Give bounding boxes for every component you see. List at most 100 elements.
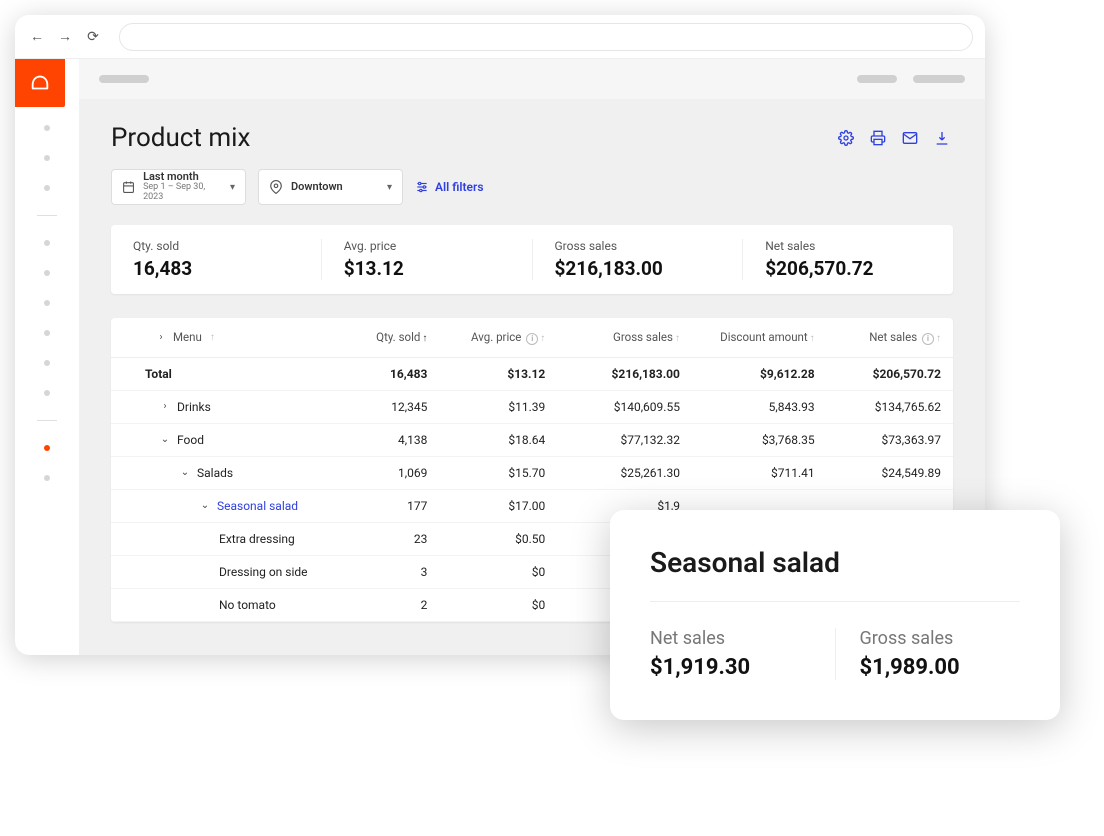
- kpi-gross-sales: Gross sales $216,183.00: [533, 239, 744, 280]
- cell-discount: 5,843.93: [692, 390, 827, 423]
- chevron-right-icon: ›: [155, 332, 167, 343]
- table-header-row: ›Menu↑ Qty. sold↑ Avg. price i↑ Gross sa…: [111, 318, 953, 357]
- row-label: Salads: [197, 466, 233, 480]
- nav-placeholder: [913, 75, 965, 83]
- row-label: Extra dressing: [219, 532, 295, 546]
- back-icon[interactable]: ←: [27, 27, 47, 47]
- download-icon[interactable]: [931, 127, 953, 149]
- sidebar-item[interactable]: [44, 270, 50, 276]
- sort-icon: ↑: [210, 332, 215, 343]
- row-label: Dressing on side: [219, 565, 308, 579]
- cell-gross: $216,183.00: [557, 357, 692, 390]
- sidebar-item[interactable]: [44, 445, 50, 451]
- url-bar[interactable]: [119, 23, 973, 51]
- kpi-value: $206,570.72: [765, 257, 931, 280]
- sliders-icon: [415, 180, 429, 194]
- sidebar-item[interactable]: [44, 330, 50, 336]
- row-label: Drinks: [177, 400, 211, 414]
- cell-gross: $140,609.55: [557, 390, 692, 423]
- cell-gross: $77,132.32: [557, 423, 692, 456]
- print-icon[interactable]: [867, 127, 889, 149]
- cell-qty: 3: [338, 555, 439, 588]
- kpi-value: 16,483: [133, 257, 299, 280]
- col-net-sales[interactable]: Net sales i↑: [827, 318, 953, 357]
- sidebar-item[interactable]: [44, 125, 50, 131]
- all-filters-button[interactable]: All filters: [415, 180, 484, 194]
- table-row[interactable]: ⌄Salads1,069$15.70$25,261.30$711.41$24,5…: [111, 456, 953, 489]
- col-qty-sold[interactable]: Qty. sold↑: [338, 318, 439, 357]
- cell-qty: 1,069: [338, 456, 439, 489]
- cell-qty: 2: [338, 588, 439, 621]
- sort-icon: ↑: [810, 333, 815, 344]
- info-icon[interactable]: i: [526, 333, 538, 345]
- cell-avg: $15.70: [439, 456, 557, 489]
- calendar-icon: [122, 180, 135, 194]
- sidebar-item[interactable]: [44, 240, 50, 246]
- chevron-down-icon[interactable]: ⌄: [159, 434, 171, 445]
- kpi-card: Qty. sold 16,483 Avg. price $13.12 Gross…: [111, 225, 953, 294]
- detail-popover: Seasonal salad Net sales $1,919.30 Gross…: [610, 510, 1060, 720]
- sort-icon: ↑: [675, 333, 680, 344]
- cell-avg: $13.12: [439, 357, 557, 390]
- chevron-down-icon[interactable]: ⌄: [199, 500, 211, 511]
- forward-icon[interactable]: →: [55, 27, 75, 47]
- cell-qty: 4,138: [338, 423, 439, 456]
- logo-icon: [29, 72, 51, 94]
- detail-metrics: Net sales $1,919.30 Gross sales $1,989.0…: [650, 628, 1020, 680]
- info-icon[interactable]: i: [922, 333, 934, 345]
- cell-qty: 16,483: [338, 357, 439, 390]
- sidebar-item[interactable]: [44, 475, 50, 481]
- browser-toolbar: ← → ⟳: [15, 15, 985, 59]
- kpi-label: Avg. price: [344, 239, 510, 253]
- title-row: Product mix: [111, 123, 953, 153]
- sidebar: [15, 59, 79, 655]
- cell-discount: $9,612.28: [692, 357, 827, 390]
- all-filters-label: All filters: [435, 180, 484, 194]
- row-label: Seasonal salad: [217, 499, 298, 513]
- location-filter[interactable]: Downtown ▾: [258, 169, 403, 205]
- sort-icon: ↑: [540, 333, 545, 344]
- email-icon[interactable]: [899, 127, 921, 149]
- sidebar-item[interactable]: [44, 155, 50, 161]
- chevron-down-icon: ▾: [230, 182, 235, 193]
- sidebar-item[interactable]: [44, 360, 50, 366]
- col-avg-price[interactable]: Avg. price i↑: [439, 318, 557, 357]
- col-menu[interactable]: ›Menu↑: [111, 318, 338, 357]
- detail-title: Seasonal salad: [650, 546, 1020, 602]
- nav-placeholder: [857, 75, 897, 83]
- detail-metric-value: $1,989.00: [860, 655, 1021, 680]
- cell-avg: $17.00: [439, 489, 557, 522]
- chevron-down-icon[interactable]: ⌄: [179, 467, 191, 478]
- reload-icon[interactable]: ⟳: [83, 27, 103, 47]
- table-row[interactable]: ›Drinks12,345$11.39$140,609.555,843.93$1…: [111, 390, 953, 423]
- top-nav-stub: [79, 59, 985, 99]
- detail-gross-sales: Gross sales $1,989.00: [836, 628, 1021, 680]
- sidebar-separator: [37, 420, 57, 421]
- detail-metric-label: Net sales: [650, 628, 811, 649]
- detail-metric-value: $1,919.30: [650, 655, 811, 680]
- app-logo[interactable]: [15, 59, 65, 107]
- cell-net: $24,549.89: [827, 456, 953, 489]
- kpi-value: $13.12: [344, 257, 510, 280]
- row-label: Food: [177, 433, 204, 447]
- sidebar-item[interactable]: [44, 390, 50, 396]
- chevron-right-icon[interactable]: ›: [159, 401, 171, 412]
- kpi-qty-sold: Qty. sold 16,483: [111, 239, 322, 280]
- date-secondary: Sep 1 – Sep 30, 2023: [143, 183, 222, 203]
- sort-icon: ↑: [422, 333, 427, 344]
- kpi-label: Gross sales: [555, 239, 721, 253]
- date-range-filter[interactable]: Last month Sep 1 – Sep 30, 2023 ▾: [111, 169, 246, 205]
- cell-avg: $0: [439, 588, 557, 621]
- sidebar-item[interactable]: [44, 300, 50, 306]
- sort-icon: ↑: [936, 333, 941, 344]
- row-label: Total: [145, 367, 172, 381]
- table-row[interactable]: Total16,483$13.12$216,183.00$9,612.28$20…: [111, 357, 953, 390]
- page-title: Product mix: [111, 123, 250, 153]
- table-row[interactable]: ⌄Food4,138$18.64$77,132.32$3,768.35$73,3…: [111, 423, 953, 456]
- col-gross-sales[interactable]: Gross sales↑: [557, 318, 692, 357]
- cell-avg: $18.64: [439, 423, 557, 456]
- col-discount[interactable]: Discount amount↑: [692, 318, 827, 357]
- settings-icon[interactable]: [835, 127, 857, 149]
- cell-qty: 23: [338, 522, 439, 555]
- sidebar-item[interactable]: [44, 185, 50, 191]
